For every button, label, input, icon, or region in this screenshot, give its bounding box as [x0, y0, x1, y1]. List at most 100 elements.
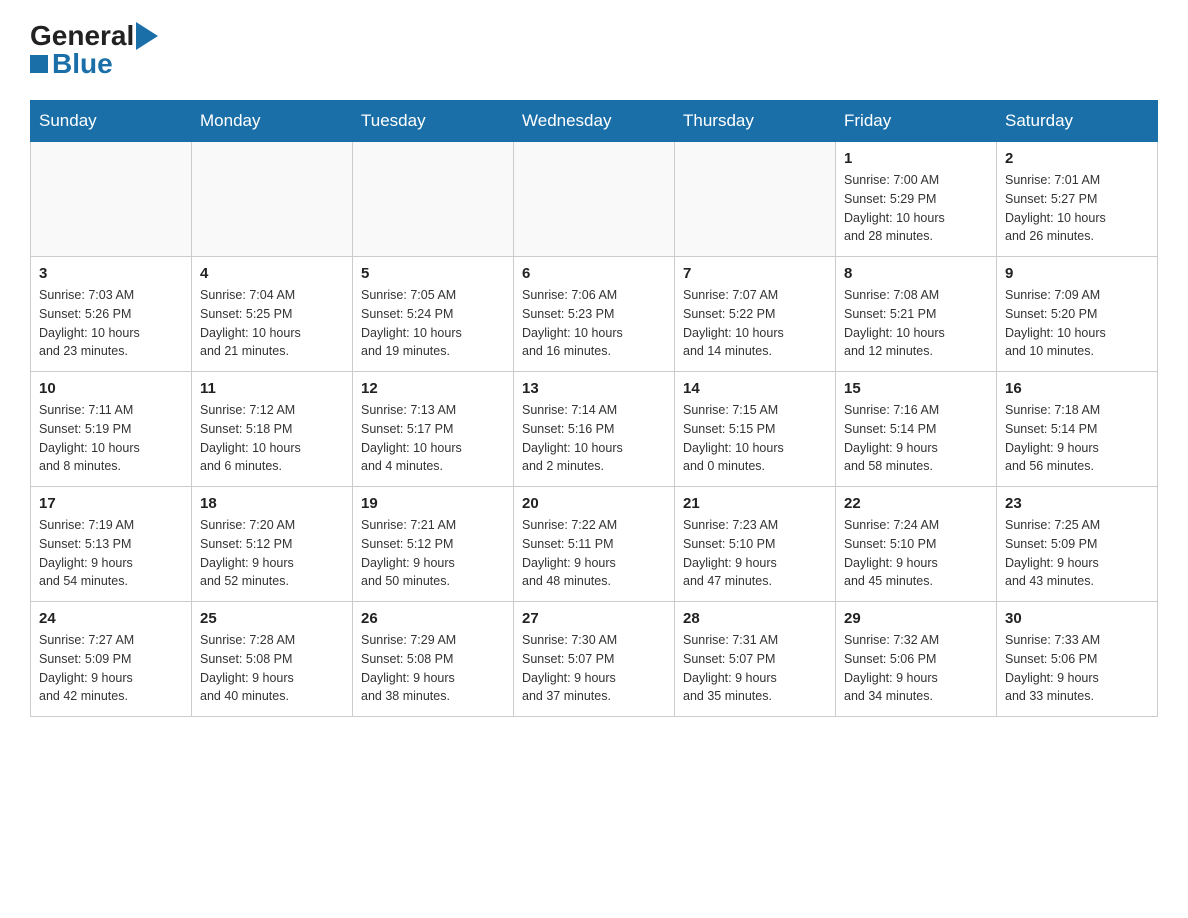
day-info: Sunrise: 7:31 AM Sunset: 5:07 PM Dayligh…: [683, 631, 827, 706]
day-info: Sunrise: 7:15 AM Sunset: 5:15 PM Dayligh…: [683, 401, 827, 476]
day-info: Sunrise: 7:20 AM Sunset: 5:12 PM Dayligh…: [200, 516, 344, 591]
week-row-3: 10 Sunrise: 7:11 AM Sunset: 5:19 PM Dayli…: [31, 372, 1158, 487]
day-number: 24: [39, 610, 183, 627]
calendar-cell: 5 Sunrise: 7:05 AM Sunset: 5:24 PM Daylig…: [353, 257, 514, 372]
day-info: Sunrise: 7:12 AM Sunset: 5:18 PM Dayligh…: [200, 401, 344, 476]
logo-row2: Blue: [30, 48, 113, 80]
day-info: Sunrise: 7:32 AM Sunset: 5:06 PM Dayligh…: [844, 631, 988, 706]
calendar-table: SundayMondayTuesdayWednesdayThursdayFrid…: [30, 100, 1158, 717]
day-info: Sunrise: 7:07 AM Sunset: 5:22 PM Dayligh…: [683, 286, 827, 361]
day-number: 6: [522, 265, 666, 282]
calendar-cell: [514, 142, 675, 257]
day-info: Sunrise: 7:25 AM Sunset: 5:09 PM Dayligh…: [1005, 516, 1149, 591]
week-row-2: 3 Sunrise: 7:03 AM Sunset: 5:26 PM Daylig…: [31, 257, 1158, 372]
day-number: 7: [683, 265, 827, 282]
calendar-cell: [675, 142, 836, 257]
day-info: Sunrise: 7:11 AM Sunset: 5:19 PM Dayligh…: [39, 401, 183, 476]
day-number: 8: [844, 265, 988, 282]
day-number: 9: [1005, 265, 1149, 282]
day-number: 15: [844, 380, 988, 397]
weekday-header-saturday: Saturday: [997, 101, 1158, 142]
day-number: 10: [39, 380, 183, 397]
day-number: 28: [683, 610, 827, 627]
week-row-5: 24Sunrise: 7:27 AM Sunset: 5:09 PM Dayli…: [31, 602, 1158, 717]
page-header: General Blue: [30, 20, 1158, 80]
day-number: 5: [361, 265, 505, 282]
day-info: Sunrise: 7:33 AM Sunset: 5:06 PM Dayligh…: [1005, 631, 1149, 706]
day-info: Sunrise: 7:22 AM Sunset: 5:11 PM Dayligh…: [522, 516, 666, 591]
calendar-cell: 3 Sunrise: 7:03 AM Sunset: 5:26 PM Daylig…: [31, 257, 192, 372]
logo-arrow-icon: [136, 22, 158, 50]
calendar-cell: 11 Sunrise: 7:12 AM Sunset: 5:18 PM Dayli…: [192, 372, 353, 487]
calendar-cell: [192, 142, 353, 257]
day-info: Sunrise: 7:00 AM Sunset: 5:29 PM Dayligh…: [844, 171, 988, 246]
calendar-cell: [353, 142, 514, 257]
day-info: Sunrise: 7:19 AM Sunset: 5:13 PM Dayligh…: [39, 516, 183, 591]
calendar-cell: 14 Sunrise: 7:15 AM Sunset: 5:15 PM Dayli…: [675, 372, 836, 487]
week-row-1: 1 Sunrise: 7:00 AM Sunset: 5:29 PM Daylig…: [31, 142, 1158, 257]
logo-blue-text: Blue: [52, 48, 113, 80]
calendar-cell: 19Sunrise: 7:21 AM Sunset: 5:12 PM Dayli…: [353, 487, 514, 602]
calendar-cell: 27 Sunrise: 7:30 AM Sunset: 5:07 PM Dayli…: [514, 602, 675, 717]
day-number: 2: [1005, 150, 1149, 167]
logo-arrow-svg: [136, 22, 158, 50]
day-info: Sunrise: 7:06 AM Sunset: 5:23 PM Dayligh…: [522, 286, 666, 361]
day-number: 1: [844, 150, 988, 167]
day-info: Sunrise: 7:18 AM Sunset: 5:14 PM Dayligh…: [1005, 401, 1149, 476]
day-info: Sunrise: 7:03 AM Sunset: 5:26 PM Dayligh…: [39, 286, 183, 361]
day-number: 11: [200, 380, 344, 397]
day-number: 3: [39, 265, 183, 282]
calendar-cell: 9 Sunrise: 7:09 AM Sunset: 5:20 PM Daylig…: [997, 257, 1158, 372]
calendar-cell: 4 Sunrise: 7:04 AM Sunset: 5:25 PM Daylig…: [192, 257, 353, 372]
calendar-cell: 17 Sunrise: 7:19 AM Sunset: 5:13 PM Dayli…: [31, 487, 192, 602]
calendar-cell: 1 Sunrise: 7:00 AM Sunset: 5:29 PM Daylig…: [836, 142, 997, 257]
day-info: Sunrise: 7:24 AM Sunset: 5:10 PM Dayligh…: [844, 516, 988, 591]
logo-square-svg: [30, 55, 48, 73]
weekday-header-sunday: Sunday: [31, 101, 192, 142]
day-info: Sunrise: 7:01 AM Sunset: 5:27 PM Dayligh…: [1005, 171, 1149, 246]
day-number: 12: [361, 380, 505, 397]
calendar-cell: 8Sunrise: 7:08 AM Sunset: 5:21 PM Daylig…: [836, 257, 997, 372]
weekday-header-row: SundayMondayTuesdayWednesdayThursdayFrid…: [31, 101, 1158, 142]
day-number: 20: [522, 495, 666, 512]
weekday-header-tuesday: Tuesday: [353, 101, 514, 142]
weekday-header-monday: Monday: [192, 101, 353, 142]
calendar-cell: 2 Sunrise: 7:01 AM Sunset: 5:27 PM Daylig…: [997, 142, 1158, 257]
week-row-4: 17 Sunrise: 7:19 AM Sunset: 5:13 PM Dayli…: [31, 487, 1158, 602]
day-number: 25: [200, 610, 344, 627]
weekday-header-thursday: Thursday: [675, 101, 836, 142]
calendar-cell: 26 Sunrise: 7:29 AM Sunset: 5:08 PM Dayli…: [353, 602, 514, 717]
calendar-cell: 28 Sunrise: 7:31 AM Sunset: 5:07 PM Dayli…: [675, 602, 836, 717]
day-info: Sunrise: 7:28 AM Sunset: 5:08 PM Dayligh…: [200, 631, 344, 706]
logo: General Blue: [30, 20, 158, 80]
calendar-cell: 23Sunrise: 7:25 AM Sunset: 5:09 PM Dayli…: [997, 487, 1158, 602]
calendar-cell: 20 Sunrise: 7:22 AM Sunset: 5:11 PM Dayli…: [514, 487, 675, 602]
day-info: Sunrise: 7:29 AM Sunset: 5:08 PM Dayligh…: [361, 631, 505, 706]
day-number: 22: [844, 495, 988, 512]
calendar-cell: 6 Sunrise: 7:06 AM Sunset: 5:23 PM Daylig…: [514, 257, 675, 372]
calendar-cell: 22 Sunrise: 7:24 AM Sunset: 5:10 PM Dayli…: [836, 487, 997, 602]
calendar-cell: 13 Sunrise: 7:14 AM Sunset: 5:16 PM Dayli…: [514, 372, 675, 487]
day-info: Sunrise: 7:09 AM Sunset: 5:20 PM Dayligh…: [1005, 286, 1149, 361]
day-number: 27: [522, 610, 666, 627]
day-number: 13: [522, 380, 666, 397]
calendar-cell: 12Sunrise: 7:13 AM Sunset: 5:17 PM Dayli…: [353, 372, 514, 487]
day-number: 30: [1005, 610, 1149, 627]
day-info: Sunrise: 7:16 AM Sunset: 5:14 PM Dayligh…: [844, 401, 988, 476]
day-info: Sunrise: 7:04 AM Sunset: 5:25 PM Dayligh…: [200, 286, 344, 361]
day-number: 14: [683, 380, 827, 397]
day-number: 21: [683, 495, 827, 512]
day-info: Sunrise: 7:14 AM Sunset: 5:16 PM Dayligh…: [522, 401, 666, 476]
day-info: Sunrise: 7:23 AM Sunset: 5:10 PM Dayligh…: [683, 516, 827, 591]
day-number: 4: [200, 265, 344, 282]
calendar-cell: 7 Sunrise: 7:07 AM Sunset: 5:22 PM Daylig…: [675, 257, 836, 372]
calendar-cell: 24Sunrise: 7:27 AM Sunset: 5:09 PM Dayli…: [31, 602, 192, 717]
day-info: Sunrise: 7:21 AM Sunset: 5:12 PM Dayligh…: [361, 516, 505, 591]
day-number: 26: [361, 610, 505, 627]
calendar-cell: 10 Sunrise: 7:11 AM Sunset: 5:19 PM Dayli…: [31, 372, 192, 487]
day-info: Sunrise: 7:05 AM Sunset: 5:24 PM Dayligh…: [361, 286, 505, 361]
day-info: Sunrise: 7:30 AM Sunset: 5:07 PM Dayligh…: [522, 631, 666, 706]
weekday-header-wednesday: Wednesday: [514, 101, 675, 142]
day-number: 18: [200, 495, 344, 512]
day-number: 17: [39, 495, 183, 512]
